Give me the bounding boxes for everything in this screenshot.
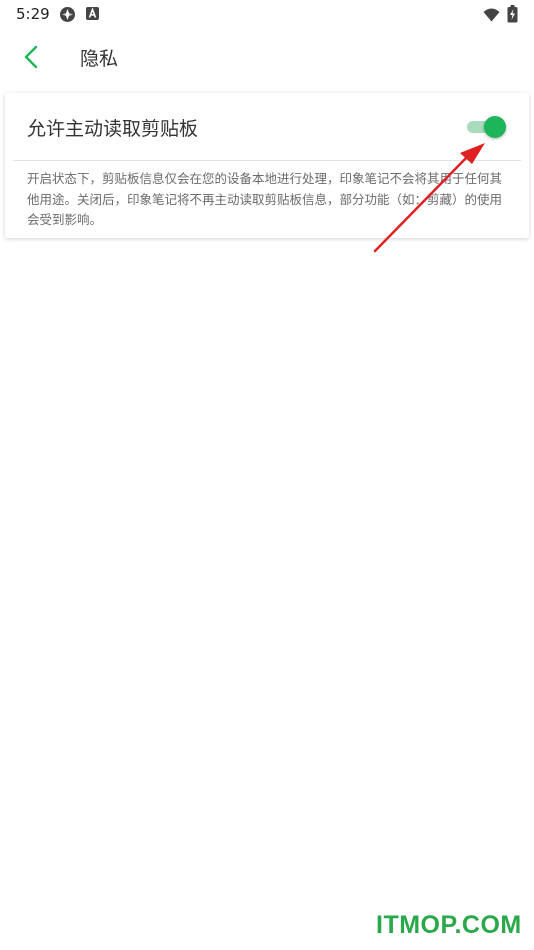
a-notification-icon [85, 6, 100, 25]
wifi-icon [483, 7, 500, 26]
battery-charging-icon [507, 5, 518, 27]
settings-card: 允许主动读取剪贴板 开启状态下，剪贴板信息仅会在您的设备本地进行处理，印象笔记不… [5, 93, 529, 238]
setting-description: 开启状态下，剪贴板信息仅会在您的设备本地进行处理，印象笔记不会将其用于任何其他用… [27, 171, 503, 227]
clipboard-toggle[interactable] [467, 116, 507, 138]
divider [13, 160, 521, 161]
chevron-left-icon [23, 45, 39, 73]
watermark: ITMOP.COM [376, 911, 522, 939]
app-bar: 隐私 [0, 28, 534, 88]
status-bar: 5:29 [0, 0, 534, 28]
setting-label: 允许主动读取剪贴板 [27, 118, 199, 140]
toggle-thumb [484, 116, 506, 138]
app-notification-icon [59, 6, 76, 27]
page-title: 隐私 [80, 48, 119, 70]
status-time: 5:29 [16, 5, 50, 23]
clipboard-setting-row[interactable]: 允许主动读取剪贴板 [5, 93, 529, 159]
back-button[interactable] [14, 42, 48, 76]
